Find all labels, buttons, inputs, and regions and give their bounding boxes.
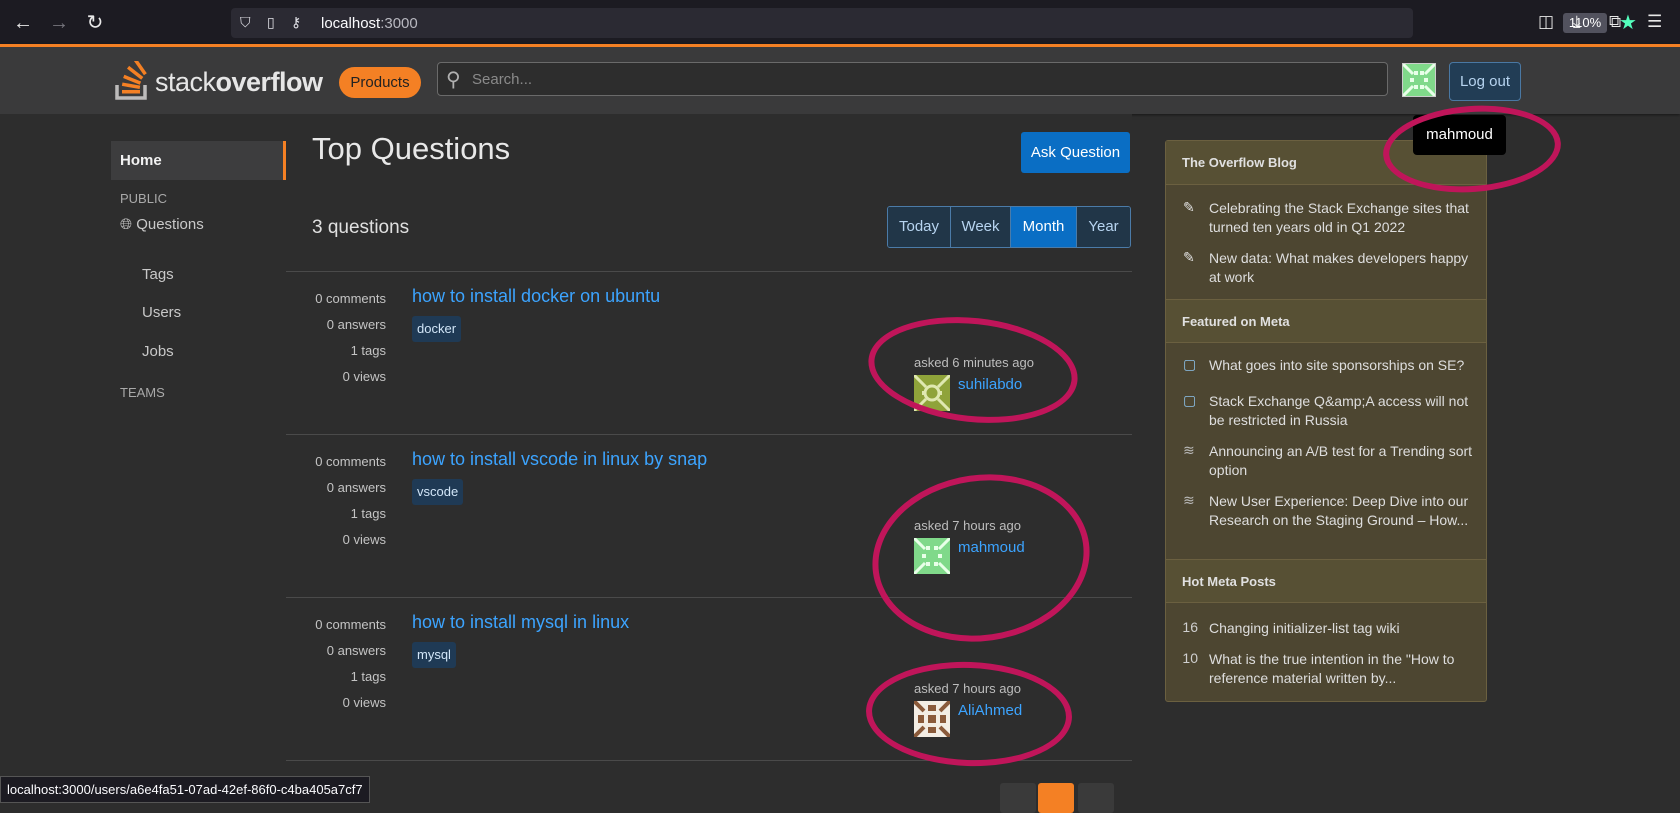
pocket-icon[interactable]: ◫ <box>1538 12 1554 32</box>
sidebar-section-public: PUBLIC <box>120 191 167 206</box>
chat-bubble-icon: ▢ <box>1183 356 1197 372</box>
download-icon[interactable]: ⤓ <box>1573 12 1581 32</box>
ask-question-button[interactable]: Ask Question <box>1021 132 1130 173</box>
sidebar-item-jobs[interactable]: Jobs <box>142 343 174 360</box>
blog-item-link[interactable]: Celebrating the Stack Exchange sites tha… <box>1209 199 1474 237</box>
user-tooltip: mahmoud <box>1413 115 1506 155</box>
left-sidebar: Home PUBLIC 🌐︎ Questions Tags Users Jobs… <box>0 114 286 806</box>
user-avatar[interactable] <box>1401 62 1437 98</box>
back-icon[interactable]: ← <box>12 12 34 34</box>
page-title: Top Questions <box>312 131 511 166</box>
globe-icon: 🌐︎ <box>120 216 133 233</box>
sidebar-blog-widget: The Overflow Blog ✎ Celebrating the Stac… <box>1165 140 1487 702</box>
question-row: 0 comments 0 answers 1 tags 0 views how to … <box>286 597 1132 760</box>
stackoverflow-logo[interactable]: stackoverflow <box>115 61 325 101</box>
user-name-link[interactable]: suhilabdo <box>958 376 1022 393</box>
products-button[interactable]: Products <box>339 67 421 98</box>
user-avatar[interactable] <box>912 699 952 739</box>
filter-year[interactable]: Year <box>1077 207 1130 247</box>
question-stats: 0 comments 0 answers 1 tags 0 views <box>315 291 386 384</box>
hot-item-count: 16 <box>1182 619 1198 635</box>
question-count: 3 questions <box>312 217 410 238</box>
address-bar[interactable]: ⛉ ▯ ⚷ localhost:3000 110% ★ <box>231 8 1637 38</box>
meta-item-link[interactable]: New User Experience: Deep Dive into our … <box>1209 492 1471 530</box>
shield-icon[interactable]: ⛉ <box>240 14 251 31</box>
tag-badge[interactable]: docker <box>412 316 462 342</box>
menu-icon[interactable]: ☰ <box>1647 12 1662 32</box>
meta-item-link[interactable]: Announcing an A/B test for a Trending so… <box>1209 442 1474 480</box>
pagination-next[interactable] <box>1078 783 1114 813</box>
asked-time: asked 7 hours ago <box>914 518 1021 533</box>
status-url: localhost:3000/users/a6e4fa51-07ad-42ef-… <box>0 776 370 803</box>
filter-week[interactable]: Week <box>951 207 1011 247</box>
chat-bubble-icon: ▢ <box>1183 392 1197 408</box>
stack-logo-icon: ≋ <box>1183 492 1195 508</box>
tag-badge[interactable]: vscode <box>412 479 464 505</box>
page-icon: ▯ <box>267 14 275 30</box>
url-text[interactable]: localhost:3000 <box>321 15 418 32</box>
blog-item-link[interactable]: New data: What makes developers happy at… <box>1209 249 1474 287</box>
identicon-icon <box>1401 62 1437 98</box>
logout-button[interactable]: Log out <box>1449 62 1521 101</box>
question-stats: 0 comments 0 answers 1 tags 0 views <box>315 454 386 547</box>
tag-badge[interactable]: mysql <box>412 642 456 668</box>
asked-time: asked 7 hours ago <box>914 681 1021 696</box>
sidebar-item-home[interactable]: Home <box>111 141 286 180</box>
filter-today[interactable]: Today <box>888 207 951 247</box>
question-stats: 0 comments 0 answers 1 tags 0 views <box>315 617 386 710</box>
forward-icon[interactable]: → <box>48 12 70 34</box>
user-name-link[interactable]: mahmoud <box>958 539 1025 556</box>
search-icon: ⚲ <box>446 69 461 91</box>
question-row: 0 comments 0 answers 1 tags 0 views how to … <box>286 271 1132 434</box>
identicon-icon <box>912 536 952 576</box>
user-avatar[interactable] <box>912 373 952 413</box>
pencil-icon: ✎ <box>1183 249 1195 265</box>
identicon-icon <box>912 699 952 739</box>
search-input[interactable] <box>472 63 1372 95</box>
browser-toolbar: ← → ↻ ⛉ ▯ ⚷ localhost:3000 110% ★ ◫ ⤓ ⧉ … <box>0 0 1680 44</box>
bookmark-star-icon[interactable]: ★ <box>1619 10 1637 35</box>
key-icon[interactable]: ⚷ <box>291 14 301 31</box>
hot-meta-header: Hot Meta Posts <box>1166 559 1486 603</box>
sidebar-section-teams: TEAMS <box>120 385 165 400</box>
pagination-prev[interactable] <box>1000 783 1036 813</box>
sidebar-item-users[interactable]: Users <box>142 304 181 321</box>
zoom-level[interactable]: 110% <box>1563 13 1607 33</box>
meta-item-link[interactable]: What goes into site sponsorships on SE? <box>1209 356 1474 375</box>
question-title-link[interactable]: how to install vscode in linux by snap <box>412 449 707 470</box>
question-title-link[interactable]: how to install mysql in linux <box>412 612 629 633</box>
reload-icon[interactable]: ↻ <box>84 12 106 34</box>
pagination-row <box>286 760 1132 813</box>
time-filter-group: Today Week Month Year <box>887 206 1131 248</box>
hot-item-link[interactable]: What is the true intention in the "How t… <box>1209 650 1474 688</box>
hot-item-link[interactable]: Changing initializer-list tag wiki <box>1209 619 1474 638</box>
pagination-page-current[interactable] <box>1038 783 1074 813</box>
sidebar-item-questions[interactable]: 🌐︎ Questions <box>120 216 204 233</box>
question-row: 0 comments 0 answers 1 tags 0 views how to … <box>286 434 1132 597</box>
filter-month[interactable]: Month <box>1011 207 1077 247</box>
meta-item-link[interactable]: Stack Exchange Q&amp;A access will not b… <box>1209 392 1474 430</box>
stack-logo-icon: ≋ <box>1183 442 1195 458</box>
asked-time: asked 6 minutes ago <box>914 355 1034 370</box>
identicon-icon <box>912 373 952 413</box>
extensions-icon[interactable]: ⧉ <box>1609 12 1621 32</box>
hot-item-count: 10 <box>1182 650 1198 666</box>
question-title-link[interactable]: how to install docker on ubuntu <box>412 286 660 307</box>
user-avatar[interactable] <box>912 536 952 576</box>
pencil-icon: ✎ <box>1183 199 1195 215</box>
site-header: stackoverflow Products ⚲ Log out <box>0 44 1680 114</box>
sidebar-item-tags[interactable]: Tags <box>142 266 174 283</box>
main-content: Top Questions Ask Question 3 questions T… <box>286 114 1132 813</box>
user-name-link[interactable]: AliAhmed <box>958 702 1022 719</box>
stack-logo-icon <box>115 61 147 100</box>
search-box: ⚲ <box>437 62 1388 96</box>
meta-header: Featured on Meta <box>1166 299 1486 343</box>
